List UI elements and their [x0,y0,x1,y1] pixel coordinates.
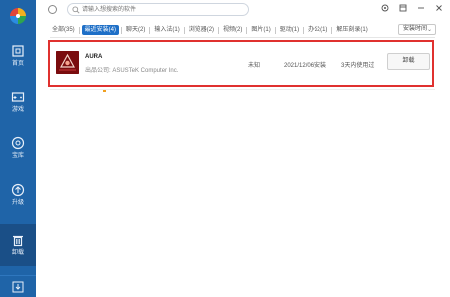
sidebar-item-label: 游戏 [11,107,24,113]
category-tabs: 全部(35) 最近安装(4) 聊天(2) 输入法(1) 浏览器(2) 视频(2)… [50,24,370,36]
tab-divider [78,26,80,34]
header-divider [50,37,435,38]
tab-divider [183,26,185,34]
sidebar-item-home[interactable]: 首页 [0,38,36,74]
tab-divider [331,26,333,34]
tab-recent[interactable]: 最近安装(4) [81,25,120,35]
tab-all[interactable]: 全部(35) [50,25,77,35]
loading-indicator [103,90,106,92]
tab-divider [218,26,220,34]
trash-icon [13,235,23,247]
sidebar: 首页 游戏 宝库 升级 卸载 [0,0,36,297]
gamepad-icon [11,92,25,102]
treasure-icon [11,136,25,150]
tab-driver[interactable]: 驱动(1) [278,25,301,35]
window-controls [380,3,444,13]
tab-chat[interactable]: 聊天(2) [124,25,147,35]
refresh-icon[interactable] [48,5,57,14]
skin-icon[interactable] [398,3,408,13]
tab-divider [246,26,248,34]
chevron-down-icon: ⌄ [426,27,432,33]
sidebar-item-games[interactable]: 游戏 [0,84,36,120]
sidebar-item-uninstall[interactable]: 卸载 [0,224,36,266]
selection-highlight [48,40,434,87]
home-icon [12,45,24,57]
download-manager-button[interactable] [0,275,36,297]
tab-divider [274,26,276,34]
tab-video[interactable]: 视频(2) [221,25,244,35]
tab-divider [149,26,151,34]
tab-divider [303,26,305,34]
title-bar [36,0,450,21]
pinwheel-logo[interactable] [9,7,27,25]
sidebar-item-treasure[interactable]: 宝库 [0,130,36,166]
settings-icon[interactable] [380,3,390,13]
sidebar-item-label: 宝库 [11,153,24,159]
tab-input-method[interactable]: 输入法(1) [152,25,181,35]
sidebar-item-label: 卸载 [11,250,24,256]
tab-browser[interactable]: 浏览器(2) [187,25,216,35]
search-box[interactable] [67,3,249,16]
row-divider [50,89,435,90]
main-panel: 全部(35) 最近安装(4) 聊天(2) 输入法(1) 浏览器(2) 视频(2)… [36,0,450,297]
tab-office[interactable]: 办公(1) [306,25,329,35]
search-icon [72,6,80,14]
sidebar-item-upgrade[interactable]: 升级 [0,177,36,213]
upgrade-icon [11,183,25,197]
sidebar-item-label: 首页 [11,61,24,67]
tab-archive[interactable]: 解压刻录(1) [334,25,369,35]
tab-image[interactable]: 图片(1) [249,25,272,35]
minimize-icon[interactable] [416,3,426,13]
close-icon[interactable] [434,3,444,13]
download-icon [12,281,24,292]
sort-label: 安装时间 [403,26,428,32]
search-input[interactable] [82,5,242,15]
sidebar-item-label: 升级 [11,200,24,206]
tab-divider [121,26,123,34]
sort-dropdown[interactable]: 安装时间 ⌄ [398,24,436,35]
